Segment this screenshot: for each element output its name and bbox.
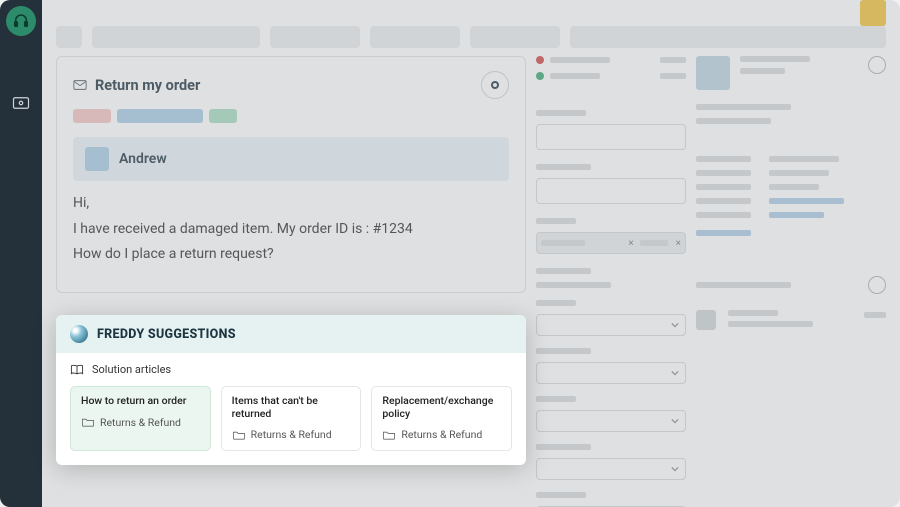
- tab-placeholder[interactable]: [56, 26, 82, 48]
- status-chip: [73, 109, 111, 123]
- property-tags[interactable]: ××: [536, 232, 686, 254]
- tab-placeholder[interactable]: [470, 26, 560, 48]
- settings-icon[interactable]: [868, 56, 886, 74]
- folder-icon: [81, 416, 95, 428]
- suggestion-title: Items that can't be returned: [232, 395, 351, 420]
- top-bar: [42, 0, 900, 26]
- ticket-subject: Return my order: [95, 77, 200, 94]
- folder-icon: [382, 429, 396, 441]
- status-dot-green: [536, 72, 544, 80]
- sender-name: Andrew: [119, 151, 167, 167]
- left-nav-sidebar: [0, 0, 42, 507]
- property-select[interactable]: [536, 314, 686, 336]
- message-block: Andrew: [73, 137, 509, 181]
- nav-item-3[interactable]: [8, 130, 34, 156]
- solution-articles-label: Solution articles: [92, 363, 171, 376]
- property-select[interactable]: [536, 410, 686, 432]
- suggestion-card[interactable]: Replacement/exchange policy Returns & Re…: [371, 386, 512, 451]
- status-chip: [209, 109, 237, 123]
- suggestion-title: How to return an order: [81, 395, 200, 408]
- property-input[interactable]: [536, 178, 686, 204]
- suggestion-category: Returns & Refund: [251, 428, 332, 441]
- message-body: Hi, I have received a damaged item. My o…: [73, 193, 509, 266]
- tab-placeholder[interactable]: [270, 26, 360, 48]
- property-select[interactable]: [536, 362, 686, 384]
- envelope-icon: [73, 79, 87, 91]
- folder-icon: [232, 429, 246, 441]
- nav-item-4[interactable]: [8, 170, 34, 196]
- suggestion-card[interactable]: How to return an order Returns & Refund: [70, 386, 211, 451]
- tab-placeholder[interactable]: [92, 26, 260, 48]
- book-icon: [70, 364, 84, 376]
- ticket-card: Return my order Andrew: [56, 56, 526, 293]
- properties-column: ××: [536, 56, 686, 507]
- ticket-action-button[interactable]: [481, 71, 509, 99]
- tab-placeholder[interactable]: [370, 26, 460, 48]
- nav-item-1[interactable]: [8, 50, 34, 76]
- tabs-bar: [56, 26, 886, 48]
- contact-avatar[interactable]: [696, 56, 730, 90]
- status-chip: [117, 109, 203, 123]
- freddy-suggestions-panel: FREDDY SUGGESTIONS Solution articles How…: [56, 315, 526, 465]
- mini-avatar: [696, 310, 716, 330]
- suggestion-category: Returns & Refund: [401, 428, 482, 441]
- nav-item-7[interactable]: [8, 338, 34, 364]
- suggestion-category: Returns & Refund: [100, 416, 181, 429]
- sender-avatar: [85, 147, 109, 171]
- status-dot-red: [536, 56, 544, 64]
- tab-placeholder[interactable]: [570, 26, 886, 48]
- suggestion-title: Replacement/exchange policy: [382, 395, 501, 420]
- suggestion-card[interactable]: Items that can't be returned Returns & R…: [221, 386, 362, 451]
- nav-item-5[interactable]: [8, 234, 34, 260]
- context-column: [696, 56, 886, 507]
- app-logo-icon[interactable]: [6, 6, 36, 36]
- top-right-action[interactable]: [860, 0, 886, 26]
- property-select[interactable]: [536, 458, 686, 480]
- freddy-avatar-icon: [70, 325, 88, 343]
- property-input[interactable]: [536, 124, 686, 150]
- nav-item-tickets-icon[interactable]: [8, 90, 34, 116]
- freddy-title: FREDDY SUGGESTIONS: [97, 327, 236, 342]
- nav-item-6[interactable]: [8, 274, 34, 300]
- settings-icon[interactable]: [868, 276, 886, 294]
